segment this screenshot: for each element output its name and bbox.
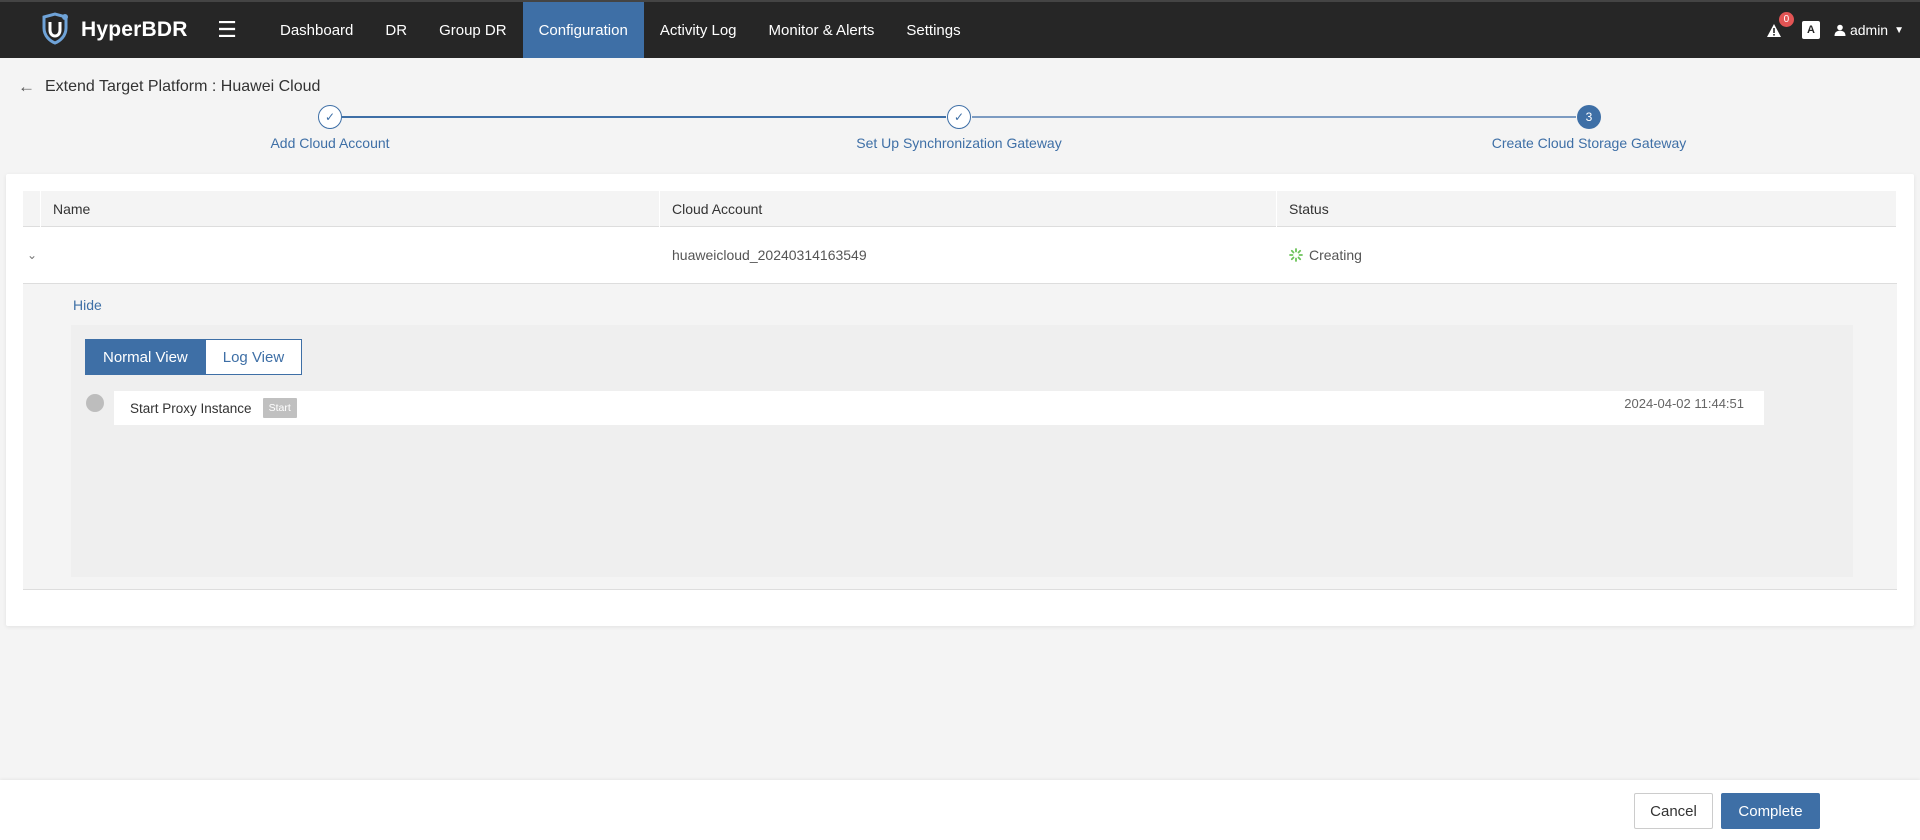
column-header-status: Status xyxy=(1277,190,1897,227)
user-name: admin xyxy=(1849,22,1889,38)
brand-logo-icon xyxy=(38,11,72,50)
column-header-cloud-account: Cloud Account xyxy=(660,190,1277,227)
log-view-button[interactable]: Log View xyxy=(205,339,303,375)
complete-button[interactable]: Complete xyxy=(1721,793,1820,829)
nav-group-dr[interactable]: Group DR xyxy=(423,2,523,58)
view-toggle: Normal View Log View xyxy=(85,339,303,375)
nav-dashboard[interactable]: Dashboard xyxy=(264,2,369,58)
nav-settings[interactable]: Settings xyxy=(890,2,976,58)
cancel-button[interactable]: Cancel xyxy=(1634,793,1713,829)
alerts-button[interactable]: 0 xyxy=(1762,12,1794,42)
nav-configuration[interactable]: Configuration xyxy=(522,2,644,58)
nav-right: 0 A admin ▼ xyxy=(1762,2,1920,58)
font-size-icon[interactable]: A xyxy=(1801,21,1820,39)
progress-panel: Normal View Log View Start Proxy Instanc… xyxy=(71,325,1853,577)
step-2-check-icon: ✓ xyxy=(947,105,971,129)
nav-activity-log[interactable]: Activity Log xyxy=(644,2,753,58)
step-2-label: Set Up Synchronization Gateway xyxy=(856,135,1062,151)
row-cloud-account: huaweicloud_20240314163549 xyxy=(672,247,867,263)
table-header: Name Cloud Account Status xyxy=(23,190,1897,227)
timeline-item-time: 2024-04-02 11:44:51 xyxy=(1624,396,1744,411)
menu-toggle-icon[interactable]: ☰ xyxy=(212,2,242,58)
main-nav: Dashboard DR Group DR Configuration Acti… xyxy=(264,2,977,58)
hide-link[interactable]: Hide xyxy=(73,297,102,313)
warning-icon xyxy=(1766,23,1781,37)
brand-name: HyperBDR xyxy=(81,18,188,41)
step-3-label: Create Cloud Storage Gateway xyxy=(1491,135,1687,151)
column-header-name: Name xyxy=(41,190,660,227)
step-1-check-icon: ✓ xyxy=(318,105,342,129)
row-status: Creating xyxy=(1277,247,1897,263)
top-navbar: HyperBDR ☰ Dashboard DR Group DR Configu… xyxy=(0,0,1920,58)
back-arrow-icon[interactable]: ← xyxy=(18,77,35,97)
user-icon xyxy=(1834,24,1846,36)
table-row[interactable]: ⌄ huaweicloud_20240314163549 Creating xyxy=(23,227,1897,284)
timeline-item-name: Start Proxy Instance xyxy=(130,400,252,416)
normal-view-button[interactable]: Normal View xyxy=(85,339,206,375)
row-detail-panel: Hide Normal View Log View Start Proxy In… xyxy=(23,284,1897,590)
timeline-dot xyxy=(86,394,104,412)
step-3-number: 3 xyxy=(1577,105,1601,129)
step-connector-1 xyxy=(342,116,946,118)
alerts-count-badge: 0 xyxy=(1778,12,1794,27)
chevron-down-icon[interactable]: ⌄ xyxy=(23,248,41,262)
gateway-table: Name Cloud Account Status ⌄ huaweicloud_… xyxy=(23,190,1897,590)
nav-monitor-alerts[interactable]: Monitor & Alerts xyxy=(753,2,891,58)
caret-down-icon: ▼ xyxy=(1894,24,1904,36)
timeline-item-badge: Start xyxy=(262,398,297,418)
nav-dr[interactable]: DR xyxy=(369,2,423,58)
timeline-item: Start Proxy Instance Start 2024-04-02 11… xyxy=(114,391,1764,425)
footer-bar: Cancel Complete xyxy=(0,780,1920,840)
gateway-card: Name Cloud Account Status ⌄ huaweicloud_… xyxy=(6,174,1914,626)
expander-column-header xyxy=(23,190,41,227)
user-menu[interactable]: admin ▼ xyxy=(1834,22,1904,38)
stepper: ✓ Add Cloud Account ✓ Set Up Synchroniza… xyxy=(0,102,1920,162)
step-1-label: Add Cloud Account xyxy=(270,135,390,151)
brand[interactable]: HyperBDR xyxy=(0,2,200,58)
loading-spinner-icon xyxy=(1289,248,1303,262)
step-connector-2 xyxy=(972,116,1576,118)
status-text: Creating xyxy=(1309,247,1362,263)
page-header: ← Extend Target Platform : Huawei Cloud xyxy=(18,77,320,97)
page-title: Extend Target Platform : Huawei Cloud xyxy=(45,78,321,95)
